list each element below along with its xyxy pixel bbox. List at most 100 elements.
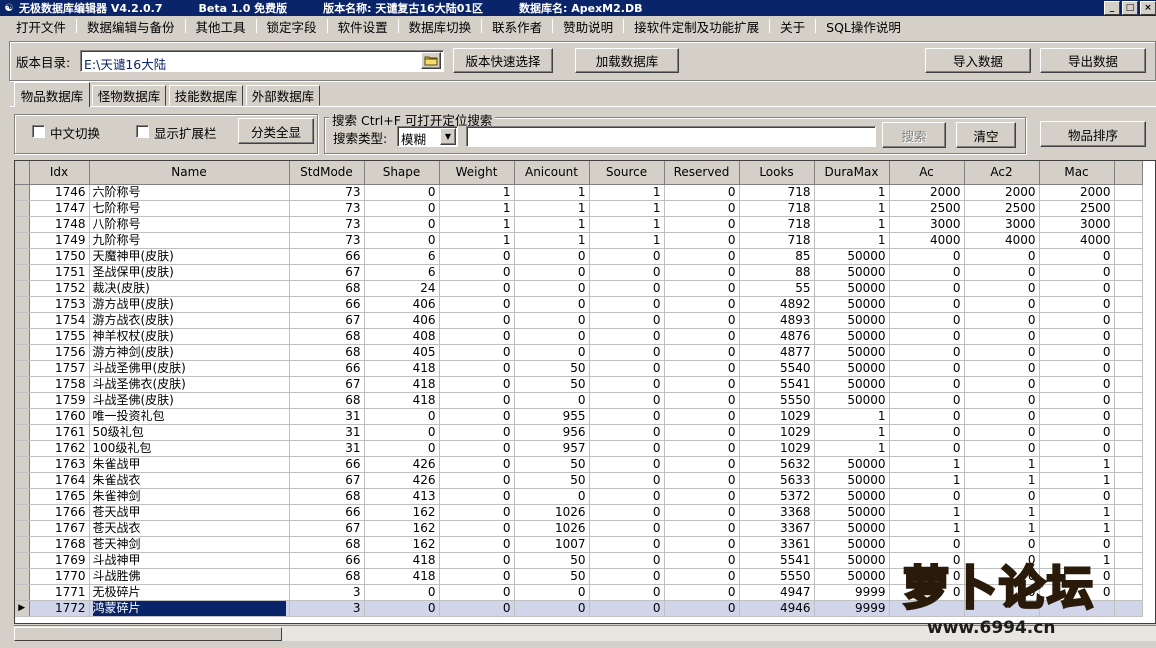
row-indicator[interactable]	[15, 184, 30, 201]
cell-stdmode[interactable]: 68	[289, 568, 365, 585]
cell-duramax[interactable]: 50000	[814, 536, 890, 553]
cell-looks[interactable]: 55	[739, 280, 815, 297]
row-indicator[interactable]	[15, 472, 30, 489]
minimize-button[interactable]: _	[1104, 1, 1120, 15]
maximize-button[interactable]: □	[1122, 1, 1138, 15]
cell-weight[interactable]: 0	[439, 456, 515, 473]
cell-ac[interactable]: 3000	[889, 216, 965, 233]
cell-reserved[interactable]: 0	[664, 216, 740, 233]
cell-idx[interactable]: 1748	[29, 216, 90, 233]
cell-reserved[interactable]: 0	[664, 328, 740, 345]
tab-monsters[interactable]: 怪物数据库	[92, 85, 166, 106]
cell-stdmode[interactable]: 67	[289, 520, 365, 537]
cell-looks[interactable]: 5541	[739, 376, 815, 393]
cell-reserved[interactable]: 0	[664, 584, 740, 601]
column-header-stdmode[interactable]: StdMode	[289, 161, 365, 185]
cell-duramax[interactable]: 50000	[814, 552, 890, 569]
cell-stdmode[interactable]: 73	[289, 200, 365, 217]
cell-stdmode[interactable]: 68	[289, 328, 365, 345]
cell-ac2[interactable]: 4000	[964, 232, 1040, 249]
browse-folder-button[interactable]	[421, 52, 441, 69]
cell-source[interactable]: 0	[589, 424, 665, 441]
cell-name[interactable]: 圣战保甲(皮肤)	[89, 264, 290, 281]
cell-weight[interactable]: 1	[439, 232, 515, 249]
cell-idx[interactable]: 1761	[29, 424, 90, 441]
cell-duramax[interactable]: 50000	[814, 520, 890, 537]
cell-duramax[interactable]: 1	[814, 408, 890, 425]
cell-weight[interactable]: 0	[439, 488, 515, 505]
cell-source[interactable]: 1	[589, 232, 665, 249]
cell-duramax[interactable]: 50000	[814, 312, 890, 329]
cell-ac2[interactable]: 0	[964, 424, 1040, 441]
cell-idx[interactable]: 1749	[29, 232, 90, 249]
cell-mac[interactable]: 0	[1039, 248, 1115, 265]
export-button[interactable]: 导出数据	[1040, 48, 1146, 73]
cell-weight[interactable]: 1	[439, 184, 515, 201]
cell-ac[interactable]: 1	[889, 456, 965, 473]
row-indicator[interactable]	[15, 456, 30, 473]
cell-idx[interactable]: 1751	[29, 264, 90, 281]
cell-mac[interactable]: 2500	[1039, 200, 1115, 217]
tab-items[interactable]: 物品数据库	[14, 82, 90, 107]
cell-shape[interactable]: 162	[364, 504, 440, 521]
cell-ac2[interactable]: 0	[964, 280, 1040, 297]
cell-looks[interactable]: 5550	[739, 568, 815, 585]
row-indicator[interactable]	[15, 360, 30, 377]
row-indicator[interactable]	[15, 376, 30, 393]
cell-shape[interactable]: 406	[364, 296, 440, 313]
cell-looks[interactable]: 3367	[739, 520, 815, 537]
search-type-select[interactable]: 模糊 ▼	[397, 126, 458, 147]
cell-looks[interactable]: 5633	[739, 472, 815, 489]
cell-anicount[interactable]: 0	[514, 392, 590, 409]
cell-looks[interactable]: 718	[739, 232, 815, 249]
column-header-duramax[interactable]: DuraMax	[814, 161, 890, 185]
cell-weight[interactable]: 0	[439, 360, 515, 377]
cell-idx[interactable]: 1760	[29, 408, 90, 425]
cell-ac[interactable]: 0	[889, 488, 965, 505]
cell-reserved[interactable]: 0	[664, 568, 740, 585]
cell-stdmode[interactable]: 67	[289, 472, 365, 489]
cell-weight[interactable]: 0	[439, 472, 515, 489]
cell-reserved[interactable]: 0	[664, 312, 740, 329]
cell-ac2[interactable]: 0	[964, 392, 1040, 409]
cell-looks[interactable]: 5540	[739, 360, 815, 377]
table-row[interactable]: 1751 圣战保甲(皮肤) 67 6 0 0 0 0 88 50000 0 0 0	[15, 264, 1143, 281]
cell-anicount[interactable]: 50	[514, 456, 590, 473]
cell-reserved[interactable]: 0	[664, 392, 740, 409]
row-indicator[interactable]	[15, 424, 30, 441]
cell-name[interactable]: 朱雀神剑	[89, 488, 290, 505]
cell-ac2[interactable]: 0	[964, 344, 1040, 361]
cell-shape[interactable]: 426	[364, 472, 440, 489]
table-row[interactable]: 1766 苍天战甲 66 162 0 1026 0 0 3368 50000 1 1 1	[15, 504, 1143, 521]
cell-anicount[interactable]: 957	[514, 440, 590, 457]
cell-idx[interactable]: 1765	[29, 488, 90, 505]
cell-looks[interactable]: 5372	[739, 488, 815, 505]
cell-anicount[interactable]: 0	[514, 296, 590, 313]
row-indicator[interactable]	[15, 200, 30, 217]
cell-ac2[interactable]: 0	[964, 296, 1040, 313]
cell-weight[interactable]: 0	[439, 392, 515, 409]
cell-ac[interactable]: 2500	[889, 200, 965, 217]
row-indicator[interactable]	[15, 536, 30, 553]
cell-looks[interactable]: 4876	[739, 328, 815, 345]
cell-mac[interactable]: 0	[1039, 488, 1115, 505]
cell-anicount[interactable]: 0	[514, 248, 590, 265]
row-indicator[interactable]	[15, 520, 30, 537]
cell-anicount[interactable]: 1007	[514, 536, 590, 553]
cell-shape[interactable]: 0	[364, 584, 440, 601]
table-row[interactable]: 1763 朱雀战甲 66 426 0 50 0 0 5632 50000 1 1 1	[15, 456, 1143, 473]
cell-source[interactable]: 0	[589, 504, 665, 521]
table-row[interactable]: 1755 神羊权杖(皮肤) 68 408 0 0 0 0 4876 50000 0 0 0	[15, 328, 1143, 345]
table-row[interactable]: 1746 六阶称号 73 0 1 1 1 0 718 1 2000 2000 2000	[15, 184, 1143, 201]
cell-reserved[interactable]: 0	[664, 440, 740, 457]
cell-stdmode[interactable]: 73	[289, 216, 365, 233]
cell-reserved[interactable]: 0	[664, 536, 740, 553]
menu-contact[interactable]: 联系作者	[482, 17, 552, 35]
load-db-button[interactable]: 加载数据库	[575, 48, 679, 73]
cell-ac2[interactable]: 0	[964, 376, 1040, 393]
cell-reserved[interactable]: 0	[664, 376, 740, 393]
menu-about[interactable]: 关于	[770, 17, 815, 35]
cell-name[interactable]: 朱雀战衣	[89, 472, 290, 489]
row-indicator[interactable]	[15, 552, 30, 569]
cell-name[interactable]: 六阶称号	[89, 184, 290, 201]
